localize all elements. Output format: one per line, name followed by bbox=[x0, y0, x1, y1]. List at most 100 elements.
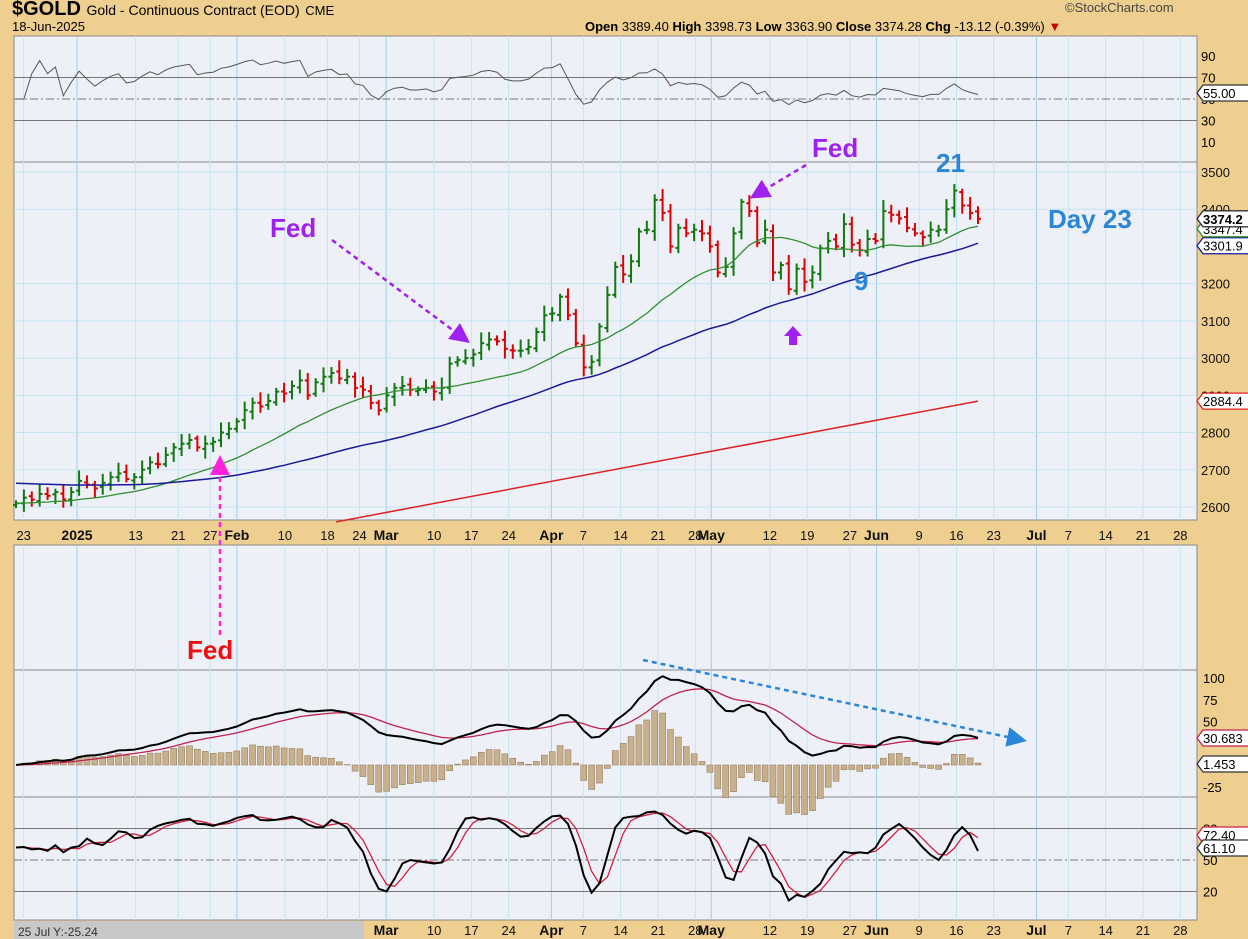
macd-histogram-bar bbox=[241, 747, 248, 766]
price-tick-label: 3000 bbox=[1201, 351, 1230, 366]
macd-histogram-bar bbox=[840, 764, 848, 771]
macd-histogram-bar bbox=[564, 749, 572, 766]
date-tick-label: Feb bbox=[224, 527, 249, 543]
macd-histogram-bar bbox=[777, 764, 785, 804]
date-tick-label: Jun bbox=[864, 922, 889, 938]
date-tick-label: 23 bbox=[16, 528, 30, 543]
rsi-value-tag: 55.00 bbox=[1196, 84, 1248, 102]
macd-histogram-bar bbox=[911, 762, 919, 766]
macd-histogram-bar bbox=[935, 764, 942, 770]
macd-histogram-bar bbox=[738, 764, 745, 778]
rsi-tick-label: 90 bbox=[1201, 49, 1215, 64]
date-tick-label: 14 bbox=[1098, 528, 1112, 543]
date-tick-label: 14 bbox=[1098, 923, 1112, 938]
macd-histogram-bar bbox=[864, 764, 871, 770]
macd-histogram-bar bbox=[769, 764, 777, 798]
macd-hist-tag-text: 1.453 bbox=[1203, 757, 1236, 772]
date-tick-label: 7 bbox=[580, 923, 587, 938]
ma50-value-tag: 3301.9 bbox=[1196, 237, 1248, 255]
date-tick-label: 13 bbox=[128, 528, 142, 543]
macd-value-tag-text: 30.683 bbox=[1203, 731, 1243, 746]
macd-histogram-bar bbox=[651, 710, 658, 766]
macd-histogram-bar bbox=[257, 745, 264, 766]
macd-histogram-bar bbox=[280, 747, 288, 766]
macd-histogram-bar bbox=[407, 764, 414, 784]
macd-histogram-bar bbox=[383, 764, 390, 792]
date-tick-label: 7 bbox=[1065, 528, 1072, 543]
price-tick-label: 3200 bbox=[1201, 277, 1230, 292]
macd-histogram-bar bbox=[588, 764, 595, 790]
macd-histogram-bar bbox=[698, 761, 706, 766]
macd-histogram-bar bbox=[746, 764, 753, 773]
chart-canvas[interactable]: 23 2025 13 21 27 Feb 10 18 24 Mar Mar 10 10 17 17 24 24 A… bbox=[0, 0, 1248, 939]
macd-histogram-bar bbox=[351, 764, 359, 772]
macd-histogram-bar bbox=[801, 764, 808, 815]
macd-histogram-bar bbox=[209, 753, 217, 766]
macd-histogram-bar bbox=[462, 759, 469, 766]
macd-histogram-bar bbox=[249, 744, 256, 766]
close-value-tag-text: 3374.2 bbox=[1203, 212, 1243, 227]
macd-tick-label: 50 bbox=[1203, 715, 1217, 730]
macd-histogram-bar bbox=[824, 764, 832, 788]
macd-histogram-bar bbox=[596, 764, 603, 784]
macd-hist-tag: 1.453 bbox=[1196, 755, 1248, 773]
macd-histogram-bar bbox=[485, 749, 493, 766]
macd-histogram-bar bbox=[170, 748, 177, 766]
date-tick-label: 9 bbox=[916, 528, 923, 543]
macd-histogram-bar bbox=[162, 750, 170, 766]
macd-histogram-bar bbox=[525, 764, 532, 766]
macd-histogram-bar bbox=[627, 736, 635, 766]
macd-histogram-bar bbox=[572, 762, 580, 766]
macd-histogram-bar bbox=[793, 764, 800, 814]
date-tick-label: Jul bbox=[1026, 527, 1046, 543]
rsi-tick-label: 70 bbox=[1201, 71, 1215, 86]
date-tick-label: Jun bbox=[864, 527, 889, 543]
macd-histogram-bar bbox=[667, 729, 674, 766]
macd-histogram-bar bbox=[714, 764, 722, 790]
macd-histogram-bar bbox=[817, 764, 824, 799]
ma50-value-tag-text: 3301.9 bbox=[1203, 239, 1243, 254]
macd-histogram-bar bbox=[635, 724, 643, 766]
macd-histogram-bar bbox=[194, 748, 201, 766]
date-tick-label: 21 bbox=[651, 923, 665, 938]
date-tick-label: 19 bbox=[800, 528, 814, 543]
date-tick-label: 7 bbox=[1065, 923, 1072, 938]
macd-histogram-bar bbox=[872, 764, 879, 769]
macd-histogram-bar bbox=[785, 764, 793, 815]
macd-histogram-bar bbox=[312, 756, 319, 766]
macd-histogram-bar bbox=[217, 752, 225, 766]
macd-histogram-bar bbox=[927, 764, 934, 769]
macd-histogram-bar bbox=[533, 761, 540, 766]
macd-histogram-bar bbox=[856, 764, 863, 772]
macd-tick-label: -25 bbox=[1203, 780, 1222, 795]
macd-histogram-bar bbox=[509, 758, 517, 766]
macd-histogram-bar bbox=[580, 764, 587, 781]
macd-histogram-bar bbox=[761, 764, 769, 782]
macd-histogram-bar bbox=[438, 764, 446, 781]
macd-histogram-bar bbox=[470, 756, 477, 766]
macd-histogram-bar bbox=[903, 757, 911, 766]
rsi-tick-label: 30 bbox=[1201, 114, 1215, 129]
macd-histogram-bar bbox=[154, 752, 162, 766]
date-tick-label: 21 bbox=[651, 528, 665, 543]
macd-histogram-bar bbox=[895, 753, 903, 766]
macd-histogram-bar bbox=[722, 764, 729, 798]
macd-histogram-bar bbox=[690, 753, 698, 766]
date-tick-label: 9 bbox=[916, 923, 923, 938]
macd-histogram-bar bbox=[919, 764, 927, 768]
macd-histogram-bar bbox=[643, 719, 651, 766]
macd-histogram-bar bbox=[809, 764, 816, 811]
date-tick-label: Mar bbox=[374, 527, 399, 543]
macd-histogram-bar bbox=[359, 764, 367, 777]
date-tick-label: Mar bbox=[374, 922, 399, 938]
date-tick-label: 14 bbox=[613, 528, 627, 543]
macd-histogram-bar bbox=[501, 753, 509, 766]
macd-histogram-bar bbox=[146, 752, 154, 766]
date-tick-label: 28 bbox=[1173, 528, 1187, 543]
macd-histogram-bar bbox=[320, 757, 327, 766]
date-tick-label: 21 bbox=[171, 528, 185, 543]
macd-histogram-bar bbox=[966, 757, 974, 766]
macd-histogram-bar bbox=[328, 758, 335, 766]
macd-histogram-bar bbox=[288, 748, 296, 766]
date-tick-label: 24 bbox=[501, 528, 515, 543]
